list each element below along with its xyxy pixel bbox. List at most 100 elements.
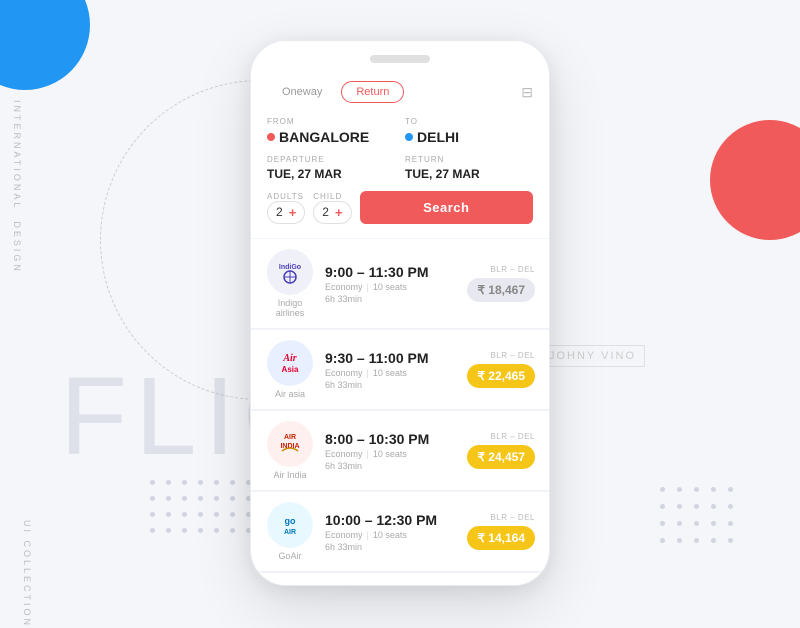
from-dot: [267, 133, 275, 141]
flight-time: 9:00 – 11:30 PM: [325, 264, 457, 280]
flight-info: 9:00 – 11:30 PM Economy | 10 seats 6h 33…: [325, 264, 457, 304]
bg-circle-red: [710, 120, 800, 240]
return-field[interactable]: RETURN TUE, 27 MAR: [405, 155, 533, 181]
from-label: FROM: [267, 117, 395, 126]
child-value: 2: [322, 205, 329, 219]
flight-details: Economy | 10 seats: [325, 282, 457, 292]
flight-seats: 10 seats: [373, 530, 407, 540]
flight-class: Economy: [325, 368, 363, 378]
child-label: CHILD: [313, 192, 351, 201]
flight-card[interactable]: Air Asia Air asia 9:30 – 11:00 PM Econom…: [251, 330, 549, 410]
route-row: FROM BANGALORE TO DELHI: [267, 117, 533, 145]
departure-label: DEPARTURE: [267, 155, 395, 164]
adults-counter[interactable]: 2 +: [267, 201, 305, 224]
filter-icon[interactable]: ⊟: [521, 84, 533, 101]
flight-card[interactable]: AIR INDIA Air India 8:00 – 10:30 PM Econ…: [251, 411, 549, 491]
airline-logo: go AIR: [267, 502, 313, 548]
bg-circle-blue: [0, 0, 90, 90]
svg-text:Asia: Asia: [282, 365, 299, 374]
route-tag: BLR – DEL: [467, 351, 535, 360]
flight-details: Economy | 10 seats: [325, 449, 457, 459]
airline-info: AIR INDIA Air India: [265, 421, 315, 480]
svg-text:IndiGo: IndiGo: [279, 264, 301, 271]
flight-price-area: BLR – DEL ₹ 22,465: [467, 351, 535, 388]
child-counter[interactable]: 2 +: [313, 201, 351, 224]
flight-time: 9:30 – 11:00 PM: [325, 350, 457, 366]
trip-tabs: Oneway Return ⊟: [267, 81, 533, 103]
svg-text:AIR: AIR: [284, 434, 296, 441]
price-badge[interactable]: ₹ 18,467: [467, 278, 535, 302]
tab-oneway[interactable]: Oneway: [267, 81, 337, 103]
phone-mockup: Oneway Return ⊟ FROM BANGALORE TO: [250, 40, 550, 586]
airline-info: Air Asia Air asia: [265, 340, 315, 399]
airline-name: Indigo airlines: [265, 298, 315, 318]
flight-price-area: BLR – DEL ₹ 24,457: [467, 432, 535, 469]
phone-top-bar: [251, 41, 549, 69]
price-badge[interactable]: ₹ 24,457: [467, 445, 535, 469]
pax-search-row: ADULTS 2 + CHILD 2 + Search: [267, 191, 533, 224]
flight-duration: 6h 33min: [325, 380, 457, 390]
adults-value: 2: [276, 205, 283, 219]
flight-card[interactable]: go AIR GoAir 10:00 – 12:30 PM Economy | …: [251, 492, 549, 572]
route-tag: BLR – DEL: [467, 265, 535, 274]
flight-seats: 10 seats: [373, 449, 407, 459]
flight-class: Economy: [325, 282, 363, 292]
child-plus[interactable]: +: [335, 205, 343, 220]
adults-plus[interactable]: +: [289, 205, 297, 220]
flight-details: Economy | 10 seats: [325, 368, 457, 378]
departure-field[interactable]: DEPARTURE TUE, 27 MAR: [267, 155, 395, 181]
flight-details: Economy | 10 seats: [325, 530, 457, 540]
price-badge[interactable]: ₹ 22,465: [467, 364, 535, 388]
flight-time: 8:00 – 10:30 PM: [325, 431, 457, 447]
to-dot: [405, 133, 413, 141]
flight-info: 10:00 – 12:30 PM Economy | 10 seats 6h 3…: [325, 512, 457, 552]
vertical-label-collection: UI COLLECTION: [22, 520, 32, 628]
johny-vino-label: JOHNY VINO: [540, 345, 645, 367]
flight-info: 9:30 – 11:00 PM Economy | 10 seats 6h 33…: [325, 350, 457, 390]
flight-class: Economy: [325, 530, 363, 540]
trip-tab-group: Oneway Return: [267, 81, 404, 103]
search-button[interactable]: Search: [360, 191, 533, 224]
dots-pattern-right: const dr = document.querySelector('.dots…: [660, 487, 740, 550]
airline-logo: IndiGo: [267, 249, 313, 295]
flight-price-area: BLR – DEL ₹ 14,164: [467, 513, 535, 550]
flight-duration: 6h 33min: [325, 542, 457, 552]
svg-text:AIR: AIR: [284, 529, 296, 536]
phone-body: Oneway Return ⊟ FROM BANGALORE TO: [250, 40, 550, 586]
departure-value: TUE, 27 MAR: [267, 167, 395, 181]
flight-time: 10:00 – 12:30 PM: [325, 512, 457, 528]
to-label: TO: [405, 117, 533, 126]
airline-info: go AIR GoAir: [265, 502, 315, 561]
flight-duration: 6h 33min: [325, 294, 457, 304]
tab-return[interactable]: Return: [341, 81, 404, 103]
flight-price-area: BLR – DEL ₹ 18,467: [467, 265, 535, 302]
flight-card[interactable]: IndiGo Indigo airlines 9:00 – 11:30 PM E…: [251, 239, 549, 329]
route-tag: BLR – DEL: [467, 432, 535, 441]
search-area: Oneway Return ⊟ FROM BANGALORE TO: [251, 69, 549, 238]
airline-info: IndiGo Indigo airlines: [265, 249, 315, 318]
airline-logo: AIR INDIA: [267, 421, 313, 467]
to-field[interactable]: TO DELHI: [405, 117, 533, 145]
airline-name: Air asia: [275, 389, 305, 399]
date-row: DEPARTURE TUE, 27 MAR RETURN TUE, 27 MAR: [267, 155, 533, 181]
route-tag: BLR – DEL: [467, 513, 535, 522]
price-badge[interactable]: ₹ 14,164: [467, 526, 535, 550]
from-value: BANGALORE: [267, 129, 395, 145]
flight-seats: 10 seats: [373, 368, 407, 378]
svg-text:INDIA: INDIA: [280, 443, 299, 450]
to-value: DELHI: [405, 129, 533, 145]
results-area: IndiGo Indigo airlines 9:00 – 11:30 PM E…: [251, 238, 549, 573]
airline-name: GoAir: [278, 551, 301, 561]
svg-text:Air: Air: [282, 353, 296, 364]
adults-label: ADULTS: [267, 192, 305, 201]
from-city: BANGALORE: [279, 129, 369, 145]
return-value: TUE, 27 MAR: [405, 167, 533, 181]
flight-duration: 6h 33min: [325, 461, 457, 471]
from-field[interactable]: FROM BANGALORE: [267, 117, 395, 145]
return-label: RETURN: [405, 155, 533, 164]
flight-class: Economy: [325, 449, 363, 459]
svg-text:go: go: [285, 516, 296, 526]
adults-group: ADULTS 2 +: [267, 192, 305, 224]
phone-bottom-bar: [251, 573, 549, 585]
to-city: DELHI: [417, 129, 459, 145]
